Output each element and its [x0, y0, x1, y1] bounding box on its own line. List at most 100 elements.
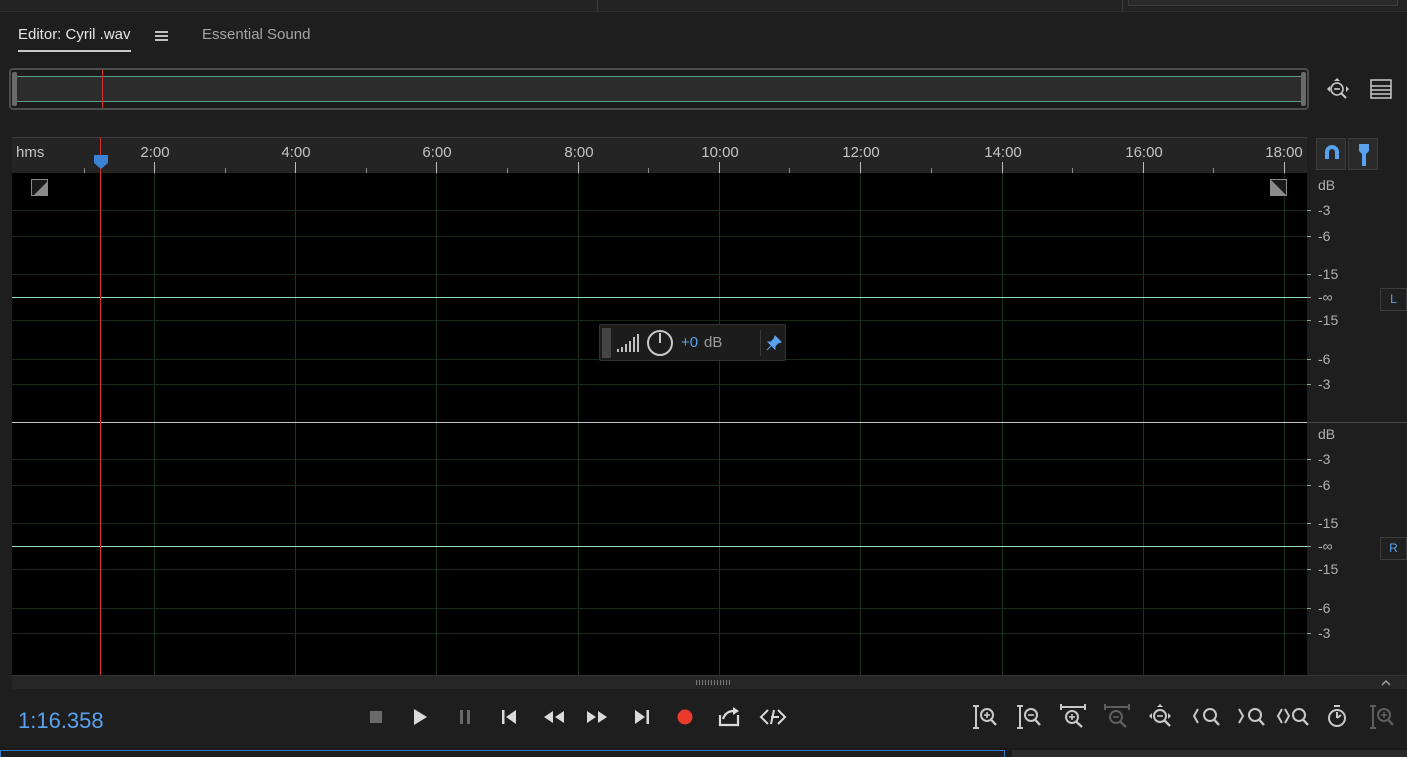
db-scale-label: -15	[1318, 312, 1339, 328]
volume-knob-icon[interactable]	[646, 329, 674, 357]
zoom-in-at-out-point-button[interactable]	[1235, 702, 1269, 732]
hud-pin-button[interactable]	[760, 330, 785, 356]
resize-grip[interactable]	[696, 680, 730, 685]
amplitude-gridline	[12, 523, 1307, 524]
time-ruler[interactable]: hms 2:00 4:00 6:00 8:00 10:00 12:00 14:0…	[12, 137, 1307, 173]
db-scale-label: -∞	[1318, 289, 1333, 305]
tab-editor[interactable]: Editor: Cyril .wav	[18, 26, 131, 52]
zoom-out-full-button[interactable]	[1146, 702, 1176, 732]
skip-selection-button[interactable]	[758, 702, 788, 732]
panel-resize-bar[interactable]	[12, 675, 1407, 689]
fade-out-handle[interactable]	[1270, 179, 1287, 196]
snap-button[interactable]	[1316, 138, 1346, 170]
magnet-icon	[1325, 145, 1339, 159]
db-scale-label: dB	[1318, 177, 1336, 193]
db-scale-label: dB	[1318, 426, 1336, 442]
zoom-in-amplitude-button[interactable]	[970, 702, 1000, 732]
left-channel-toggle[interactable]: L	[1380, 288, 1407, 311]
zoom-to-playhead-button[interactable]	[1322, 702, 1352, 732]
record-button[interactable]	[670, 702, 700, 732]
ruler-tick-label: 8:00	[564, 144, 594, 161]
left-channel-waveform	[12, 297, 1307, 298]
toolbar-separator	[1122, 0, 1123, 11]
zoom-in-at-mouse-icon	[1370, 705, 1394, 729]
top-strip	[0, 0, 1407, 12]
overview-visible-range[interactable]	[17, 76, 1301, 102]
skip-to-start-button[interactable]	[494, 702, 524, 732]
zoom-out-amplitude-button[interactable]	[1014, 702, 1044, 732]
zoom-in-amplitude-icon	[973, 705, 997, 729]
skip-to-end-button[interactable]	[627, 702, 657, 732]
pause-button[interactable]	[450, 702, 480, 732]
db-scale-label: -6	[1318, 477, 1331, 493]
db-scale-label: -3	[1318, 625, 1331, 641]
add-marker-button[interactable]	[1348, 138, 1378, 170]
tab-essential-sound[interactable]: Essential Sound	[202, 26, 310, 43]
ruler-tick-label: 14:00	[984, 144, 1022, 161]
amplitude-gridline	[12, 485, 1307, 486]
zoom-to-selection-icon	[1276, 708, 1309, 726]
ruler-tick	[1143, 162, 1144, 173]
overview-playhead	[102, 70, 103, 108]
tab-menu-icon[interactable]	[155, 31, 168, 43]
overview-navigator[interactable]	[9, 68, 1309, 110]
zoom-out-amplitude-icon	[1017, 705, 1041, 729]
pin-icon	[766, 335, 782, 351]
zoom-to-selection-button[interactable]	[1276, 702, 1312, 732]
ruler-tick	[578, 162, 579, 173]
panel-tabs: Editor: Cyril .wav Essential Sound	[0, 14, 1407, 58]
time-gridline	[1002, 173, 1003, 675]
right-channel-toggle[interactable]: R	[1380, 537, 1407, 560]
ruler-tick	[154, 162, 155, 173]
hud-drag-handle[interactable]	[602, 328, 611, 358]
time-gridline	[1284, 173, 1285, 675]
db-scale-label: -15	[1318, 561, 1339, 577]
ruler-tick	[1284, 162, 1285, 173]
rewind-button[interactable]	[539, 702, 569, 732]
ruler-tick-label: 10:00	[701, 144, 739, 161]
time-gridline	[578, 173, 579, 675]
fast-forward-icon	[587, 711, 607, 723]
amplitude-scale[interactable]: dB -3 -6 -15 -∞ -15 -6 -3 dB -3 -6 -15 -…	[1307, 173, 1407, 675]
ruler-tick	[436, 162, 437, 173]
zoom-out-full-icon[interactable]	[1324, 76, 1352, 104]
skip-to-end-icon	[635, 710, 649, 724]
time-gridline	[719, 173, 720, 675]
ruler-tick-label: 4:00	[281, 144, 311, 161]
zoom-in-at-mouse-button[interactable]	[1367, 702, 1397, 732]
play-button[interactable]	[405, 702, 435, 732]
amplitude-gridline	[12, 236, 1307, 237]
spectral-display-toggle-icon[interactable]	[1368, 77, 1394, 101]
hud-gain-value[interactable]: +0	[681, 334, 698, 351]
loop-playback-button[interactable]	[714, 702, 744, 732]
ruler-tick-label: 18:00	[1265, 144, 1303, 161]
volume-bars-icon	[617, 334, 639, 352]
overview-right-handle[interactable]	[1301, 72, 1306, 106]
amplitude-gridline	[12, 320, 1307, 321]
right-channel-waveform	[12, 546, 1307, 547]
db-scale-label: -15	[1318, 515, 1339, 531]
amplitude-gridline	[12, 210, 1307, 211]
fast-forward-button[interactable]	[582, 702, 612, 732]
ruler-tick-label: 2:00	[140, 144, 170, 161]
zoom-in-at-in-point-button[interactable]	[1190, 702, 1224, 732]
playhead-handle[interactable]	[93, 154, 109, 170]
amplitude-gridline	[12, 608, 1307, 609]
waveform-editor[interactable]	[12, 173, 1307, 675]
ruler-tick	[1002, 162, 1003, 173]
stop-button[interactable]	[361, 702, 391, 732]
zoom-in-time-button[interactable]	[1058, 702, 1088, 732]
stop-icon	[370, 711, 382, 723]
db-scale-label: -3	[1318, 202, 1331, 218]
collapse-chevron-icon[interactable]	[1381, 679, 1391, 687]
current-time-display[interactable]: 1:16.358	[18, 708, 104, 734]
zoom-out-time-button[interactable]	[1102, 702, 1132, 732]
time-gridline	[436, 173, 437, 675]
db-scale-label: -6	[1318, 600, 1331, 616]
pause-icon	[460, 710, 470, 724]
record-icon	[677, 709, 693, 725]
skip-to-start-icon	[502, 710, 516, 724]
time-gridline	[295, 173, 296, 675]
search-help-input[interactable]	[1128, 0, 1398, 6]
fade-in-handle[interactable]	[31, 179, 48, 196]
